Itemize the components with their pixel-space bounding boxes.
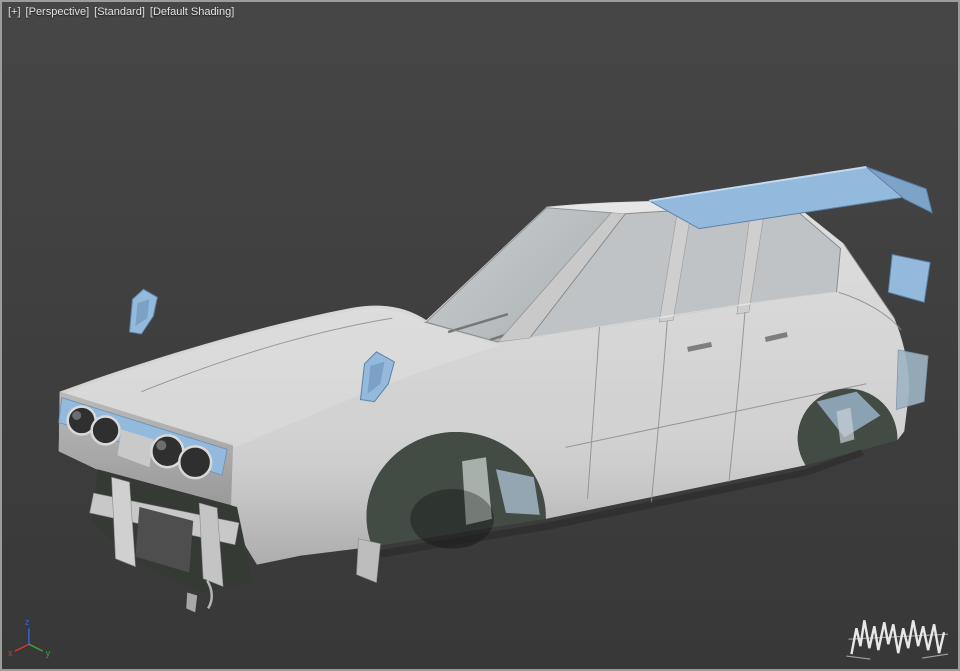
viewport-preset-menu[interactable]: [Standard] <box>94 5 145 19</box>
hanging-bracket <box>186 592 198 613</box>
viewport-shading-menu[interactable]: [Default Shading] <box>150 5 234 19</box>
rear-mudflap <box>895 349 929 411</box>
headlight-4 <box>178 445 213 480</box>
perspective-viewport[interactable]: [+] [Perspective] [Standard] [Default Sh… <box>0 0 960 671</box>
arch-front-bracket <box>356 538 381 583</box>
side-mirror-left <box>128 288 158 335</box>
viewport-label-bar: [+] [Perspective] [Standard] [Default Sh… <box>8 5 234 19</box>
scene-canvas[interactable] <box>2 2 958 669</box>
headlight-2 <box>90 415 121 446</box>
car-body-model[interactable] <box>58 200 910 613</box>
headlight-3-glint <box>156 440 167 451</box>
rear-fin <box>887 253 931 303</box>
headlight-1-glint <box>72 411 82 420</box>
viewport-pov-menu[interactable]: [Perspective] <box>26 5 90 19</box>
viewport-general-menu[interactable]: [+] <box>8 5 21 19</box>
